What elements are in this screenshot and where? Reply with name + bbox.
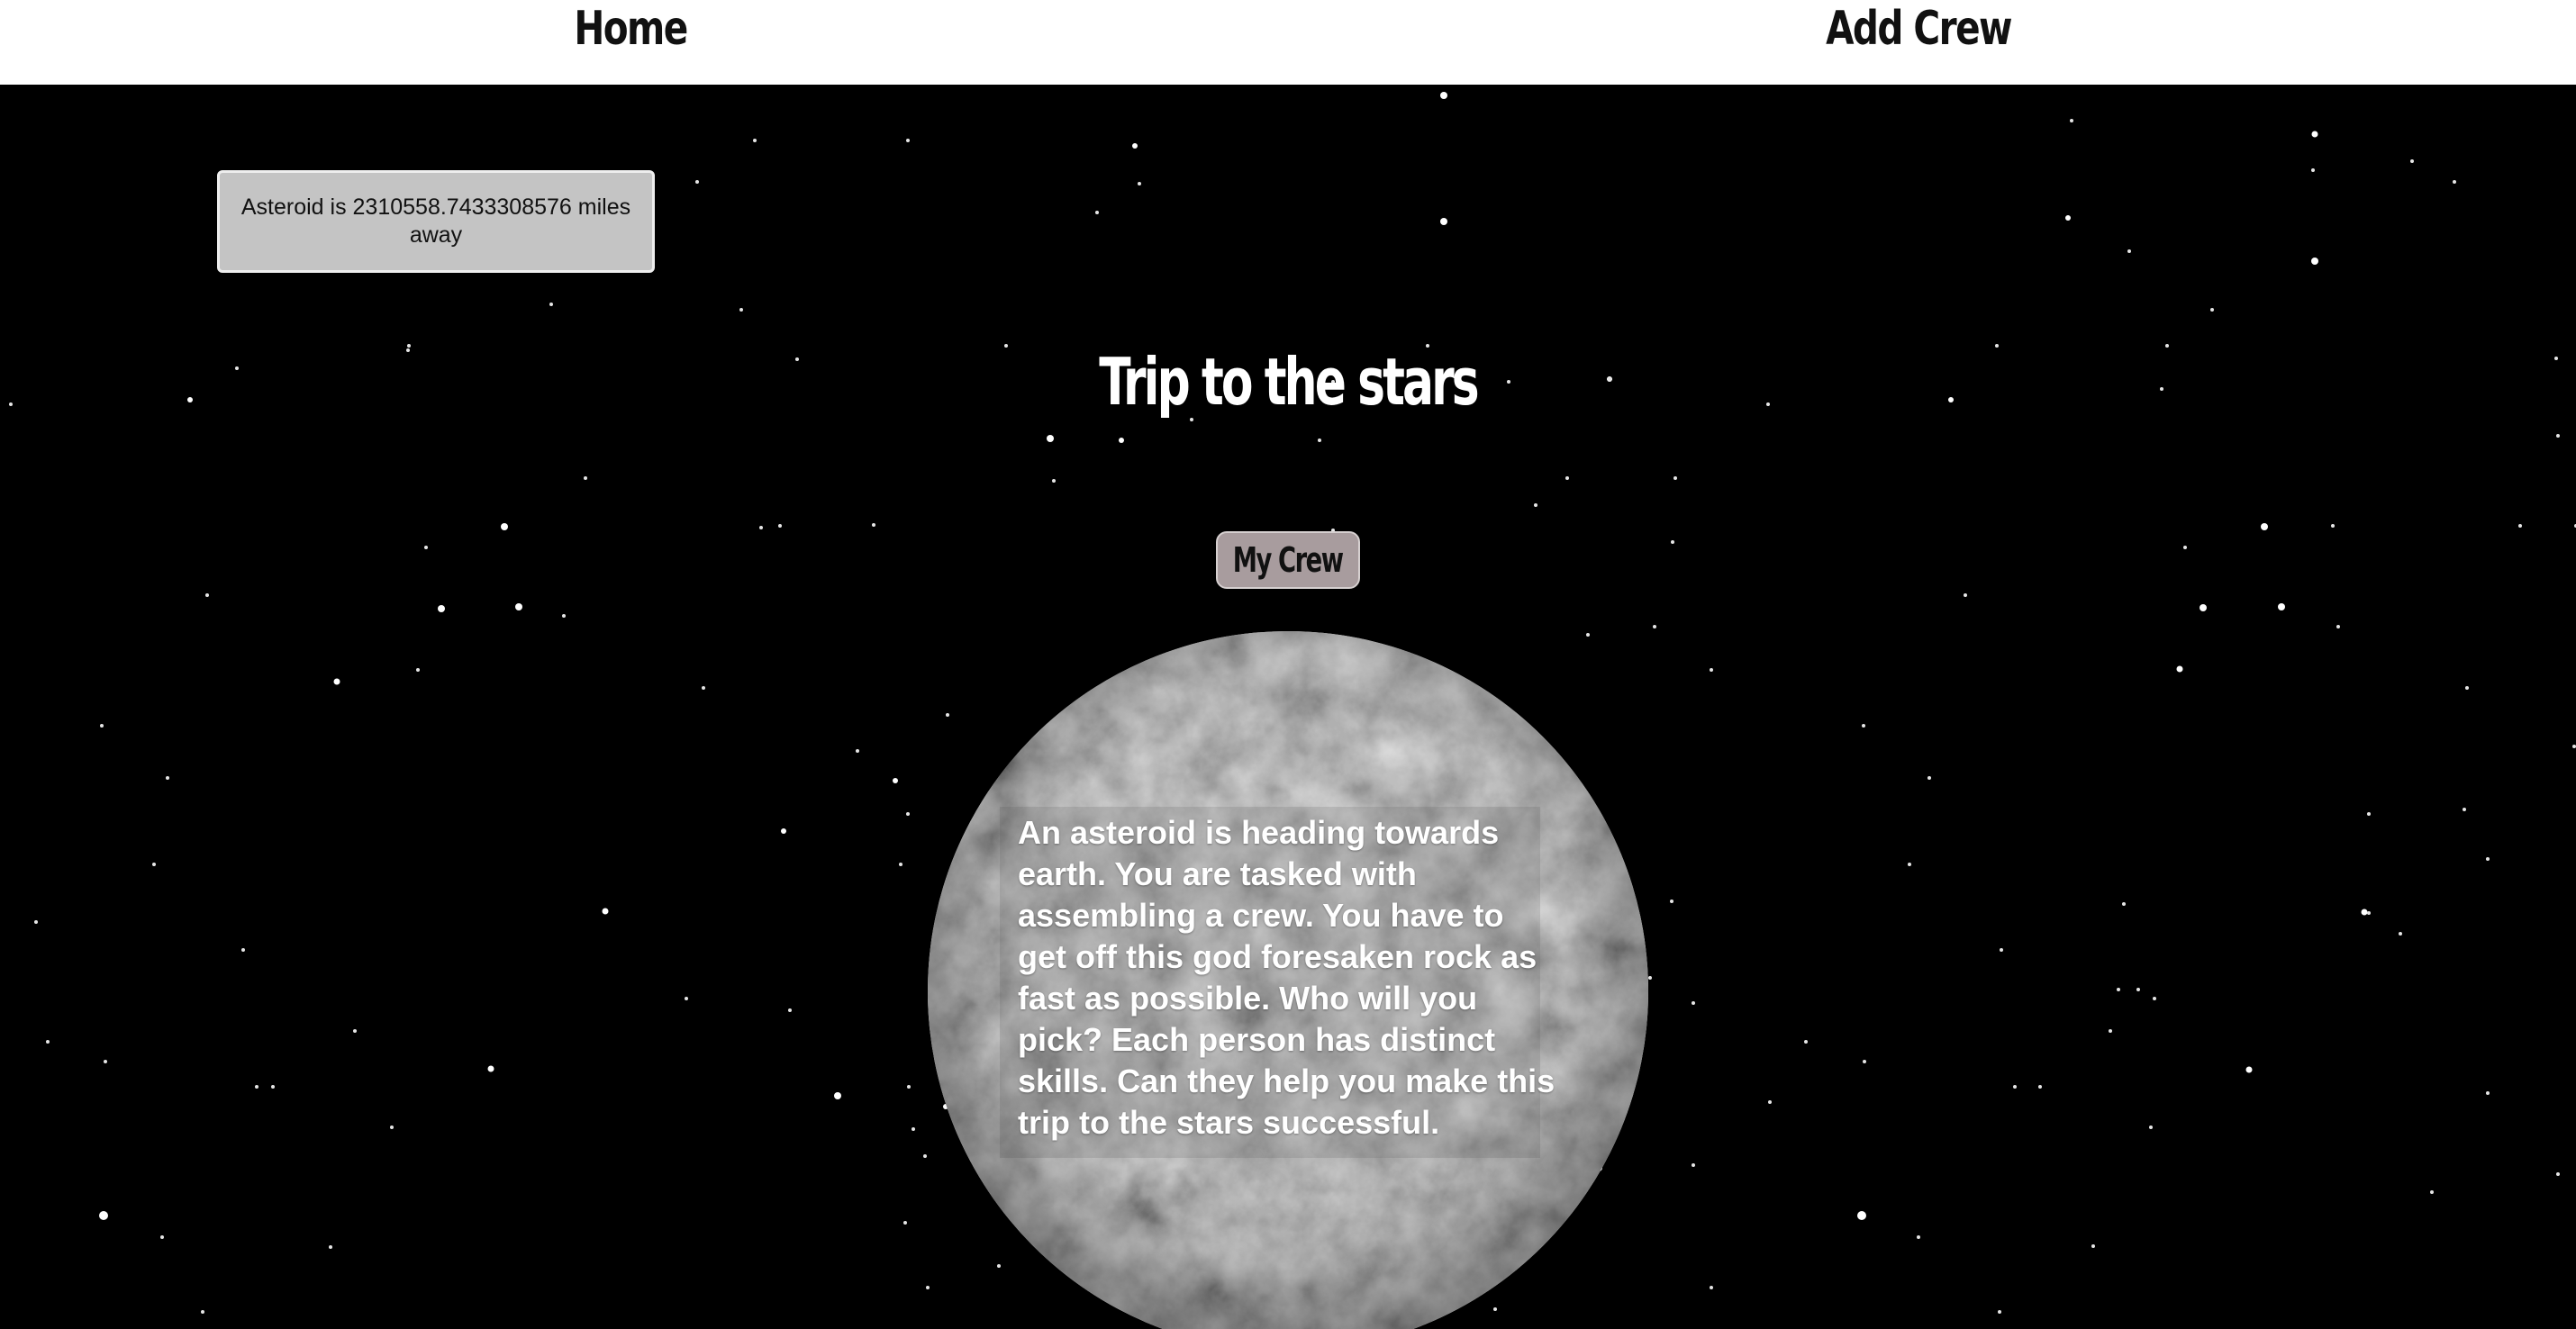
add-crew-link[interactable]: Add Crew	[1820, 0, 2017, 58]
story-paragraph: An asteroid is heading towards earth. Yo…	[1018, 814, 1556, 1141]
my-crew-label: My Crew	[1233, 540, 1344, 580]
my-crew-button[interactable]: My Crew	[1216, 531, 1360, 589]
top-nav: Home Add Crew	[0, 0, 2576, 85]
page-title: Trip to the stars	[1099, 344, 1479, 420]
asteroid-distance-text: Asteroid is 2310558.7433308576 miles awa…	[240, 194, 631, 248]
asteroid-distance-box: Asteroid is 2310558.7433308576 miles awa…	[217, 170, 655, 273]
home-link[interactable]: Home	[560, 0, 701, 58]
space-background: Asteroid is 2310558.7433308576 miles awa…	[0, 85, 2576, 1329]
